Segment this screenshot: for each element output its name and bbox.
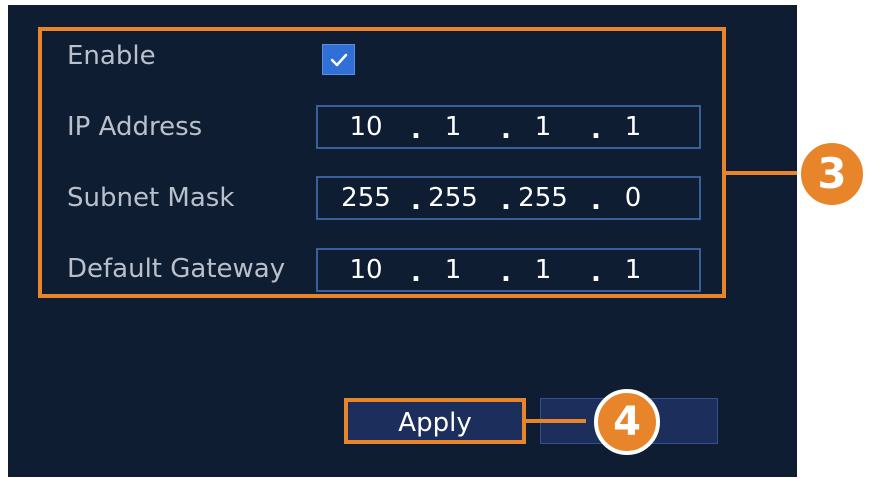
step-3-badge: 3	[797, 139, 867, 209]
subnet-separator: .	[411, 186, 421, 216]
subnet-octet-2[interactable]: 255	[423, 183, 483, 213]
ip-octet-4[interactable]: 1	[603, 112, 663, 142]
enable-checkbox[interactable]	[322, 44, 355, 75]
gateway-octet-4[interactable]: 1	[603, 255, 663, 285]
subnet-octet-1[interactable]: 255	[336, 183, 396, 213]
gateway-octet-1[interactable]: 10	[336, 255, 396, 285]
ip-octet-3[interactable]: 1	[513, 112, 573, 142]
gateway-octet-2[interactable]: 1	[423, 255, 483, 285]
default-gateway-field[interactable]: 10 . 1 . 1 . 1	[316, 248, 701, 292]
subnet-separator: .	[501, 186, 511, 216]
subnet-mask-label: Subnet Mask	[67, 183, 235, 213]
step-4-badge: 4	[594, 389, 660, 455]
ip-separator: .	[411, 115, 421, 145]
subnet-octet-3[interactable]: 255	[513, 183, 573, 213]
subnet-octet-4[interactable]: 0	[603, 183, 663, 213]
ip-octet-2[interactable]: 1	[423, 112, 483, 142]
gateway-separator: .	[501, 258, 511, 288]
apply-button[interactable]: Apply	[344, 398, 526, 444]
gateway-separator: .	[591, 258, 601, 288]
subnet-separator: .	[591, 186, 601, 216]
gateway-octet-3[interactable]: 1	[513, 255, 573, 285]
checkmark-icon	[330, 53, 347, 66]
ip-address-label: IP Address	[67, 112, 203, 142]
step-4-connector-line	[526, 419, 586, 423]
gateway-separator: .	[411, 258, 421, 288]
subnet-mask-field[interactable]: 255 . 255 . 255 . 0	[316, 176, 701, 220]
ip-octet-1[interactable]: 10	[336, 112, 396, 142]
ip-separator: .	[501, 115, 511, 145]
default-gateway-label: Default Gateway	[67, 254, 286, 284]
enable-label: Enable	[67, 41, 156, 71]
ip-separator: .	[591, 115, 601, 145]
ip-address-field[interactable]: 10 . 1 . 1 . 1	[316, 105, 701, 149]
